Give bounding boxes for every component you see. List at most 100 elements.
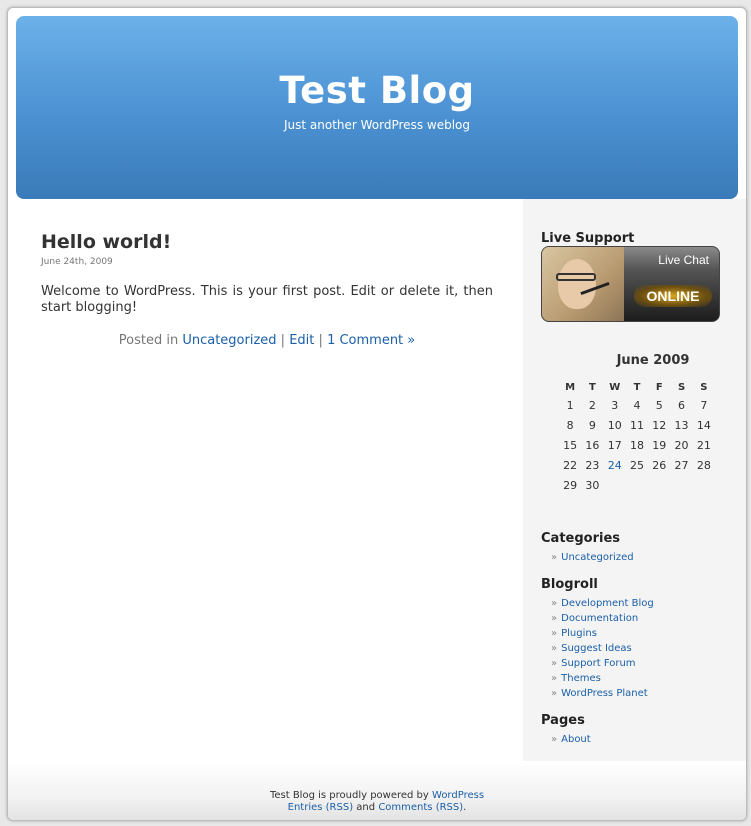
- calendar-widget: June 2009 MTWTFSS 1 2 3 4 5 6 7 8 9 10 11 12 13 14 15 1…: [559, 353, 715, 495]
- bullet-icon: »: [551, 688, 558, 699]
- calendar-day: 12: [652, 418, 667, 432]
- calendar-day: 10: [607, 418, 622, 432]
- online-status-badge: ONLINE: [634, 285, 712, 307]
- edit-link[interactable]: Edit: [289, 333, 314, 348]
- main-content: Hello world! June 24th, 2009 Welcome to …: [41, 230, 493, 349]
- calendar-weekday-row: MTWTFSS: [559, 381, 715, 395]
- calendar-day: 17: [607, 438, 622, 452]
- blog-title[interactable]: Test Blog: [16, 69, 738, 113]
- bullet-icon: »: [551, 658, 558, 669]
- blogroll-link[interactable]: Support Forum: [561, 658, 635, 669]
- calendar-day: 7: [700, 398, 708, 412]
- bullet-icon: »: [551, 628, 558, 639]
- calendar-weekday: W: [609, 382, 621, 393]
- posted-in-label: Posted in: [118, 333, 179, 348]
- post-body: Welcome to WordPress. This is your first…: [41, 284, 493, 315]
- agent-face: [558, 259, 596, 309]
- live-chat-button[interactable]: Live Chat ONLINE: [541, 246, 720, 322]
- calendar-week-row: 29 30: [559, 475, 715, 495]
- blogroll-link[interactable]: Development Blog: [561, 598, 654, 609]
- post-date: June 24th, 2009: [41, 257, 113, 267]
- page-link[interactable]: About: [561, 734, 591, 745]
- categories-widget: Categories » Uncategorized: [541, 531, 634, 565]
- calendar-day: 11: [629, 418, 644, 432]
- post-meta: Posted in Uncategorized | Edit | 1 Comme…: [41, 333, 493, 349]
- meta-separator: |: [318, 333, 323, 348]
- categories-title: Categories: [541, 531, 621, 546]
- calendar-day: 4: [633, 398, 641, 412]
- bullet-icon: »: [551, 673, 558, 684]
- category-link[interactable]: Uncategorized: [182, 333, 276, 348]
- blogroll-link[interactable]: Plugins: [561, 628, 597, 639]
- calendar-day: 22: [563, 458, 578, 472]
- calendar-day: 30: [585, 478, 600, 492]
- post-title[interactable]: Hello world!: [41, 230, 493, 254]
- calendar-weekday: S: [700, 382, 708, 393]
- calendar-day: 26: [652, 458, 667, 472]
- comments-link[interactable]: 1 Comment »: [327, 333, 415, 348]
- calendar-weekday: T: [633, 382, 641, 393]
- comments-rss-link[interactable]: Comments (RSS): [378, 802, 463, 813]
- list-item: » Suggest Ideas: [541, 641, 654, 656]
- pages-list: » About: [541, 732, 591, 747]
- bullet-icon: »: [551, 552, 558, 563]
- blogroll-title: Blogroll: [541, 577, 598, 592]
- footer-period: .: [463, 802, 467, 813]
- calendar-day: 18: [629, 438, 644, 452]
- calendar-weekday: M: [565, 382, 576, 393]
- calendar-day-link[interactable]: 24: [604, 455, 626, 475]
- calendar-day: 25: [629, 458, 644, 472]
- calendar-day: 13: [674, 418, 689, 432]
- footer-and-text: and: [356, 802, 376, 813]
- footer-line-2: Entries (RSS) and Comments (RSS).: [8, 802, 746, 814]
- bullet-icon: »: [551, 734, 558, 745]
- blog-header: Test Blog Just another WordPress weblog: [16, 16, 738, 199]
- calendar-weekday: F: [655, 382, 663, 393]
- list-item: » About: [541, 732, 591, 747]
- calendar-weekday: S: [677, 382, 686, 393]
- bullet-icon: »: [551, 598, 558, 609]
- live-support-title: Live Support: [541, 231, 635, 246]
- calendar-week-row: 22 23 24 25 26 27 28: [559, 455, 715, 475]
- live-chat-label: Live Chat: [658, 253, 709, 267]
- calendar-weekday: T: [589, 382, 596, 393]
- list-item: » Support Forum: [541, 656, 654, 671]
- calendar-day: [604, 475, 626, 495]
- list-item: » WordPress Planet: [541, 686, 654, 701]
- blogroll-link[interactable]: WordPress Planet: [561, 688, 648, 699]
- blogroll-link[interactable]: Themes: [561, 673, 601, 684]
- footer: Test Blog is proudly powered by WordPres…: [8, 761, 746, 820]
- pages-title: Pages: [541, 713, 585, 728]
- calendar-day: [648, 475, 670, 495]
- calendar-day: 19: [652, 438, 667, 452]
- blogroll-link[interactable]: Documentation: [561, 613, 638, 624]
- list-item: » Uncategorized: [541, 550, 634, 565]
- page-container: Test Blog Just another WordPress weblog …: [7, 7, 747, 821]
- blogroll-list: » Development Blog» Documentation» Plugins»…: [541, 596, 654, 701]
- bullet-icon: »: [551, 643, 558, 654]
- calendar-day: 5: [655, 398, 663, 412]
- calendar-day: 3: [611, 398, 619, 412]
- calendar-day: [670, 475, 692, 495]
- calendar-day: [693, 475, 715, 495]
- list-item: » Development Blog: [541, 596, 654, 611]
- calendar-table: MTWTFSS 1 2 3 4 5 6 7 8 9 10 11 12 13 14 15 16 17 18 19 20 2…: [559, 381, 715, 495]
- calendar-day: 23: [585, 458, 600, 472]
- agent-glasses: [556, 273, 596, 281]
- blogroll-widget: Blogroll » Development Blog» Documentation…: [541, 577, 654, 701]
- wordpress-link[interactable]: WordPress: [432, 790, 484, 801]
- category-link[interactable]: Uncategorized: [561, 552, 633, 563]
- calendar-day: 1: [566, 398, 574, 412]
- calendar-week-row: 12 345 67: [559, 395, 715, 415]
- list-item: » Themes: [541, 671, 654, 686]
- list-item: » Documentation: [541, 611, 654, 626]
- entries-rss-link[interactable]: Entries (RSS): [288, 802, 353, 813]
- categories-list: » Uncategorized: [541, 550, 634, 565]
- calendar-day: [626, 475, 648, 495]
- blogroll-link[interactable]: Suggest Ideas: [561, 643, 632, 654]
- calendar-day: 16: [585, 438, 600, 452]
- calendar-caption: June 2009: [616, 353, 690, 368]
- calendar-week-row: 8 9 10 11 12 13 14: [559, 415, 715, 435]
- meta-separator: |: [280, 333, 286, 348]
- footer-powered-text: Test Blog is proudly powered by: [269, 790, 429, 801]
